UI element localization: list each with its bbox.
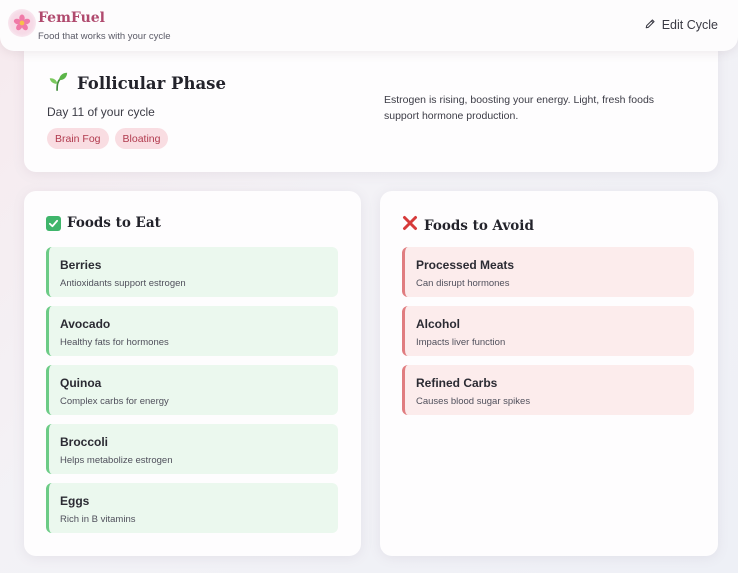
food-note: Complex carbs for energy — [60, 396, 169, 407]
foods-to-avoid-heading: Foods to Avoid — [402, 215, 534, 236]
app-tagline: Food that works with your cycle — [38, 31, 171, 42]
food-note: Impacts liver function — [416, 337, 506, 348]
food-name: Berries — [60, 258, 102, 272]
symptom-chips: Brain Fog Bloating — [47, 128, 169, 149]
food-note: Can disrupt hormones — [416, 278, 510, 289]
food-item-processed-meats: Processed Meats Can disrupt hormones — [402, 247, 694, 297]
foods-to-eat-list: Berries Antioxidants support estrogen Av… — [46, 247, 338, 542]
foods-to-eat-heading: Foods to Eat — [46, 215, 161, 231]
foods-to-avoid-title: Foods to Avoid — [424, 217, 534, 234]
phase-heading: Follicular Phase — [47, 70, 226, 97]
foods-to-eat-title: Foods to Eat — [67, 215, 161, 231]
food-item-eggs: Eggs Rich in B vitamins — [46, 483, 338, 533]
foods-to-eat-card: Foods to Eat Berries Antioxidants suppor… — [24, 191, 361, 556]
symptom-chip-bloating: Bloating — [114, 128, 169, 149]
edit-cycle-button[interactable]: Edit Cycle — [644, 16, 718, 34]
food-name: Processed Meats — [416, 258, 515, 272]
food-note: Rich in B vitamins — [60, 514, 136, 525]
phase-title: Follicular Phase — [77, 74, 226, 93]
food-item-quinoa: Quinoa Complex carbs for energy — [46, 365, 338, 415]
phase-card: Follicular Phase Day 11 of your cycle Br… — [24, 44, 718, 172]
app-header: FemFuel Food that works with your cycle … — [0, 0, 738, 51]
foods-to-avoid-list: Processed Meats Can disrupt hormones Alc… — [402, 247, 694, 424]
check-icon — [46, 215, 61, 231]
foods-to-avoid-card: Foods to Avoid Processed Meats Can disru… — [380, 191, 718, 556]
food-name: Avocado — [60, 317, 111, 331]
phase-description: Estrogen is rising, boosting your energy… — [384, 94, 655, 122]
food-name: Eggs — [60, 494, 90, 508]
food-note: Causes blood sugar spikes — [416, 396, 531, 407]
edit-cycle-label: Edit Cycle — [661, 18, 718, 32]
symptom-chip-brain-fog: Brain Fog — [47, 128, 109, 149]
food-name: Broccoli — [60, 435, 109, 449]
flower-icon — [8, 9, 36, 37]
food-item-refined-carbs: Refined Carbs Causes blood sugar spikes — [402, 365, 694, 415]
food-item-broccoli: Broccoli Helps metabolize estrogen — [46, 424, 338, 474]
cross-icon — [402, 215, 418, 236]
cycle-day-text: Day 11 of your cycle — [47, 105, 155, 119]
sprout-icon — [47, 70, 69, 97]
food-name: Alcohol — [416, 317, 460, 331]
food-note: Healthy fats for hormones — [60, 337, 169, 348]
pencil-icon — [644, 18, 656, 33]
food-name: Quinoa — [60, 376, 102, 390]
food-item-berries: Berries Antioxidants support estrogen — [46, 247, 338, 297]
food-note: Helps metabolize estrogen — [60, 455, 173, 466]
food-name: Refined Carbs — [416, 376, 498, 390]
food-note: Antioxidants support estrogen — [60, 278, 186, 289]
app-name: FemFuel — [38, 10, 105, 26]
food-item-alcohol: Alcohol Impacts liver function — [402, 306, 694, 356]
food-item-avocado: Avocado Healthy fats for hormones — [46, 306, 338, 356]
